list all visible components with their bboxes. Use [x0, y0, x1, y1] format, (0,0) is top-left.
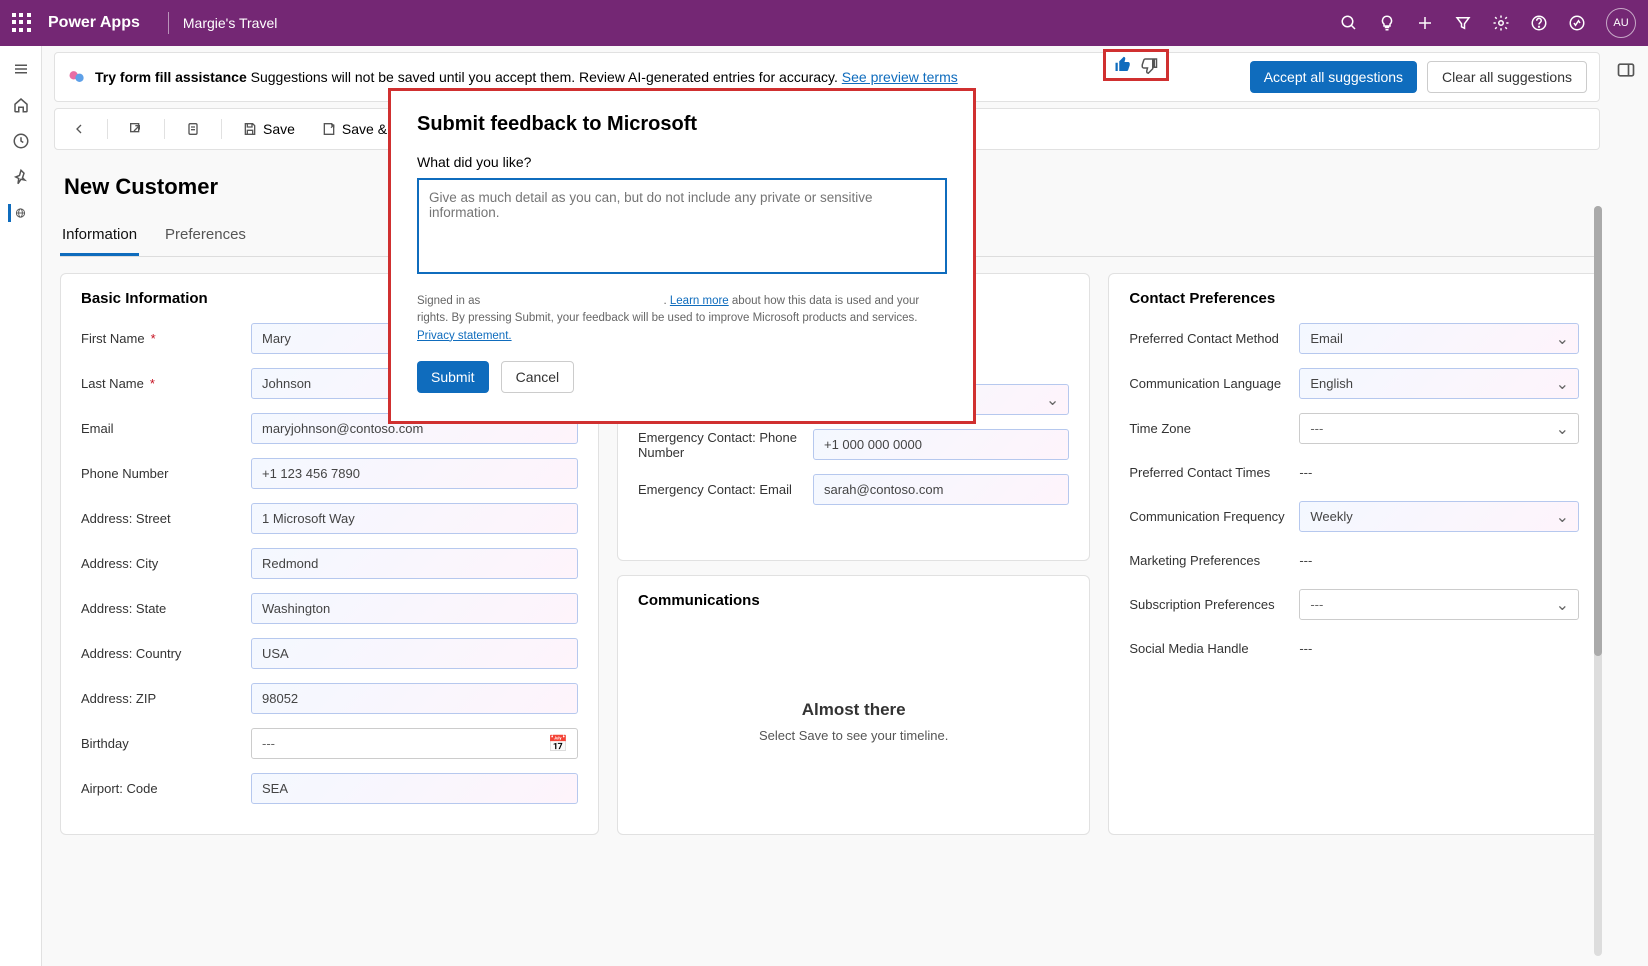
user-avatar[interactable]: AU	[1606, 8, 1636, 38]
save-label: Save	[263, 121, 295, 137]
lightbulb-icon[interactable]	[1378, 14, 1396, 32]
main-area: Try form fill assistance Suggestions wil…	[42, 46, 1648, 966]
state-label: Address: State	[81, 601, 251, 616]
learn-more-link[interactable]: Learn more	[670, 295, 729, 307]
communications-empty: Almost there Select Save to see your tim…	[638, 625, 1069, 818]
comm-empty-title: Almost there	[802, 700, 906, 720]
city-label: Address: City	[81, 556, 251, 571]
back-button[interactable]	[65, 117, 93, 141]
communications-card: Communications Almost there Select Save …	[617, 575, 1090, 835]
social-value: ---	[1299, 634, 1312, 663]
thumbs-up-icon[interactable]	[1114, 56, 1132, 74]
clear-all-button[interactable]: Clear all suggestions	[1427, 61, 1587, 93]
tab-information[interactable]: Information	[60, 218, 139, 256]
header-actions: AU	[1340, 8, 1636, 38]
marketing-label: Marketing Preferences	[1129, 553, 1299, 568]
freq-label: Communication Frequency	[1129, 509, 1299, 524]
country-label: Address: Country	[81, 646, 251, 661]
feedback-modal: Submit feedback to Microsoft What did yo…	[388, 88, 976, 424]
settings-icon[interactable]	[1492, 14, 1510, 32]
preview-terms-link[interactable]: See preview terms	[842, 69, 958, 85]
phone-input[interactable]	[251, 458, 578, 489]
country-input[interactable]	[251, 638, 578, 669]
scrollbar[interactable]	[1594, 206, 1602, 956]
airport-input[interactable]	[251, 773, 578, 804]
ec-email-label: Emergency Contact: Email	[638, 482, 813, 497]
submit-button[interactable]: Submit	[417, 361, 489, 393]
sub-label: Subscription Preferences	[1129, 597, 1299, 612]
notice-text: Try form fill assistance Suggestions wil…	[95, 69, 958, 85]
left-rail	[0, 46, 42, 966]
accept-all-button[interactable]: Accept all suggestions	[1250, 61, 1417, 93]
cancel-button[interactable]: Cancel	[501, 361, 575, 393]
marketing-value: ---	[1299, 546, 1312, 575]
pin-icon[interactable]	[12, 168, 30, 186]
save-button[interactable]: Save	[236, 117, 301, 141]
phone-label: Phone Number	[81, 466, 251, 481]
home-icon[interactable]	[12, 96, 30, 114]
ec-email-input[interactable]	[813, 474, 1069, 505]
feedback-thumbs-highlight	[1103, 49, 1169, 81]
signed-in-text: Signed in as	[417, 295, 480, 307]
help-icon[interactable]	[1530, 14, 1548, 32]
zip-label: Address: ZIP	[81, 691, 251, 706]
search-icon[interactable]	[1340, 14, 1358, 32]
ec-phone-label: Emergency Contact: Phone Number	[638, 430, 813, 460]
tz-label: Time Zone	[1129, 421, 1299, 436]
globe-icon[interactable]	[8, 204, 26, 222]
panel-toggle-icon[interactable]	[1616, 60, 1636, 80]
sub-select[interactable]	[1299, 589, 1579, 620]
tz-select[interactable]	[1299, 413, 1579, 444]
contact-prefs-heading: Contact Preferences	[1129, 290, 1579, 307]
feedback-disclaimer: Signed in as . Learn more about how this…	[417, 293, 947, 345]
times-label: Preferred Contact Times	[1129, 465, 1299, 480]
street-label: Address: Street	[81, 511, 251, 526]
last-name-label: Last Name	[81, 376, 144, 391]
environment-name: Margie's Travel	[183, 15, 277, 31]
lang-select[interactable]	[1299, 368, 1579, 399]
contact-prefs-card: Contact Preferences Preferred Contact Me…	[1108, 273, 1600, 835]
recent-icon[interactable]	[12, 132, 30, 150]
comm-empty-text: Select Save to see your timeline.	[759, 728, 948, 743]
pcm-label: Preferred Contact Method	[1129, 331, 1299, 346]
email-label: Email	[81, 421, 251, 436]
ec-phone-input[interactable]	[813, 429, 1069, 460]
app-launcher-icon[interactable]	[12, 13, 32, 33]
lang-label: Communication Language	[1129, 376, 1299, 391]
birthday-label: Birthday	[81, 736, 251, 751]
pcm-select[interactable]	[1299, 323, 1579, 354]
tab-preferences[interactable]: Preferences	[163, 218, 248, 256]
state-input[interactable]	[251, 593, 578, 624]
thumbs-down-icon[interactable]	[1140, 56, 1158, 74]
city-input[interactable]	[251, 548, 578, 579]
street-input[interactable]	[251, 503, 578, 534]
filter-icon[interactable]	[1454, 14, 1472, 32]
feedback-title: Submit feedback to Microsoft	[417, 113, 947, 136]
notice-body: Suggestions will not be saved until you …	[247, 69, 842, 85]
freq-select[interactable]	[1299, 501, 1579, 532]
divider	[168, 12, 169, 34]
first-name-label: First Name	[81, 331, 145, 346]
privacy-link[interactable]: Privacy statement.	[417, 330, 512, 342]
task-button[interactable]	[179, 117, 207, 141]
notice-actions: Accept all suggestions Clear all suggest…	[1250, 61, 1587, 93]
zip-input[interactable]	[251, 683, 578, 714]
open-button[interactable]	[122, 117, 150, 141]
notice-bold: Try form fill assistance	[95, 69, 247, 85]
communications-heading: Communications	[638, 592, 1069, 609]
disclaimer-text: about how this data is used and your rig…	[417, 295, 919, 324]
top-header: Power Apps Margie's Travel AU	[0, 0, 1648, 46]
feedback-textarea[interactable]	[417, 178, 947, 274]
times-value: ---	[1299, 458, 1312, 487]
feedback-actions: Submit Cancel	[417, 361, 947, 393]
birthday-input[interactable]	[251, 728, 578, 759]
social-label: Social Media Handle	[1129, 641, 1299, 656]
plus-icon[interactable]	[1416, 14, 1434, 32]
feedback-question: What did you like?	[417, 154, 947, 170]
airport-label: Airport: Code	[81, 781, 251, 796]
diagnostics-icon[interactable]	[1568, 14, 1586, 32]
copilot-icon	[67, 67, 87, 87]
hamburger-icon[interactable]	[12, 60, 30, 78]
app-name: Power Apps	[48, 14, 140, 32]
